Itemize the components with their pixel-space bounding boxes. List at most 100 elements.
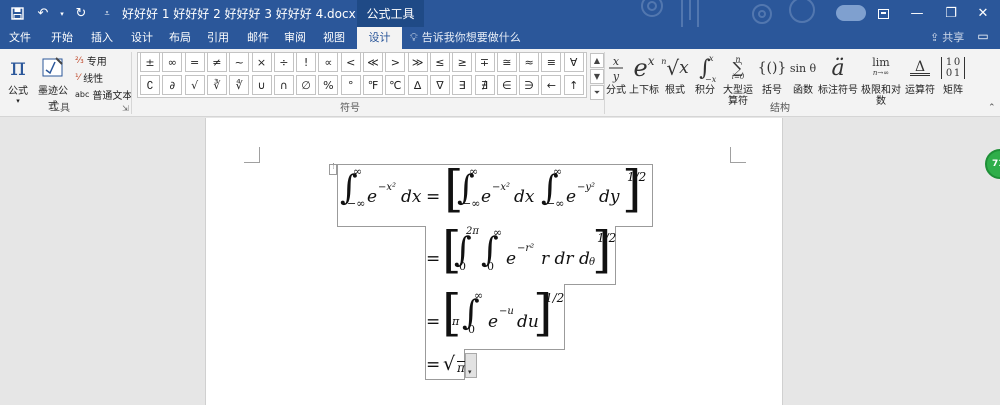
close-icon[interactable]: ✕ xyxy=(966,0,1000,27)
exponent: −y² xyxy=(577,182,596,193)
account-avatar[interactable] xyxy=(836,5,866,21)
symbol-button[interactable]: ≠ xyxy=(206,52,227,72)
symbol-button[interactable]: ∄ xyxy=(474,75,495,95)
symbol-button[interactable]: ∂ xyxy=(162,75,183,95)
symbol-button[interactable]: ∀ xyxy=(563,52,584,72)
symbol-button[interactable]: ≫ xyxy=(407,52,428,72)
tab-view[interactable]: 视图 xyxy=(316,27,352,49)
large-operator-button[interactable]: n ∑ i=0 大型运算符 xyxy=(720,51,756,108)
ribbon-display-icon[interactable] xyxy=(866,0,900,27)
symbol-button[interactable]: ∅ xyxy=(296,75,317,95)
professional-button[interactable]: ⅔ 专用 xyxy=(75,53,107,69)
equals-sign: = xyxy=(426,249,441,269)
equals-sign: = xyxy=(426,355,441,375)
limit-log-button[interactable]: lim n→∞ 极限和对数 xyxy=(858,51,904,107)
matrix-button[interactable]: 10 01 矩阵 xyxy=(935,51,971,96)
equation-button[interactable]: π 公式 ▾ xyxy=(4,52,32,105)
symbol-button[interactable]: ! xyxy=(296,52,317,72)
integral-lower-limit: −∞ xyxy=(546,197,565,210)
equals-sign: = xyxy=(426,187,441,207)
symbol-button[interactable]: ° xyxy=(340,75,361,95)
symbol-button[interactable]: % xyxy=(318,75,339,95)
exponent: −x² xyxy=(492,182,511,193)
chevron-down-icon: ▾ xyxy=(16,97,20,105)
symbol-button[interactable]: ∝ xyxy=(318,52,339,72)
symbol-button[interactable]: = xyxy=(184,52,205,72)
integral-button[interactable]: ∫ x −x 积分 xyxy=(687,51,723,96)
limit-log-label: 极限和对数 xyxy=(861,85,901,107)
customize-qat-icon[interactable]: ⩡ xyxy=(96,3,118,24)
symbol-button[interactable]: ≥ xyxy=(452,52,473,72)
symbol-button[interactable]: ± xyxy=(140,52,160,72)
tab-insert[interactable]: 插入 xyxy=(84,27,120,49)
tab-design[interactable]: 设计 xyxy=(124,27,160,49)
integrand: e xyxy=(367,187,378,207)
symbol-button[interactable]: ∆ xyxy=(407,75,428,95)
integral-upper-limit: ∞ xyxy=(469,165,479,178)
symbols-group-label: 符号 xyxy=(340,103,360,114)
accent-button[interactable]: ä 标注符号 xyxy=(818,51,858,96)
tab-review[interactable]: 审阅 xyxy=(277,27,313,49)
redo-icon[interactable]: ↻ xyxy=(70,3,92,24)
crop-mark xyxy=(730,147,746,163)
symbol-button[interactable]: √ xyxy=(184,75,205,95)
tab-references[interactable]: 引用 xyxy=(200,27,236,49)
symbol-button[interactable]: ∪ xyxy=(251,75,272,95)
tab-layout[interactable]: 布局 xyxy=(162,27,198,49)
symbol-button[interactable]: ℃ xyxy=(385,75,406,95)
professional-label: 专用 xyxy=(86,57,107,68)
symbol-button[interactable]: ∜ xyxy=(229,75,250,95)
group-divider xyxy=(131,52,132,114)
tab-file[interactable]: 文件 xyxy=(2,27,38,49)
symbol-button[interactable]: ← xyxy=(541,75,562,95)
tell-me-text: 告诉我你想要做什么 xyxy=(421,31,521,44)
normal-text-button[interactable]: abc 普通文本 xyxy=(75,87,132,102)
differential: dy xyxy=(599,187,620,207)
linear-button[interactable]: ⅟ 线性 xyxy=(75,70,103,86)
chevron-down-icon[interactable]: ▾ xyxy=(58,3,66,24)
symbol-button[interactable]: ∃ xyxy=(452,75,473,95)
integrand: e xyxy=(506,249,517,269)
symbol-button[interactable]: ℉ xyxy=(363,75,383,95)
symbol-button[interactable]: ≪ xyxy=(363,52,383,72)
symbol-button[interactable]: ∈ xyxy=(496,75,517,95)
symbol-button[interactable]: ↑ xyxy=(563,75,584,95)
minimize-icon[interactable]: — xyxy=(900,0,934,27)
restore-icon[interactable]: ❐ xyxy=(934,0,968,27)
comments-icon[interactable]: ▭ xyxy=(974,29,992,47)
symbol-button[interactable]: ∋ xyxy=(519,75,540,95)
integral-upper-limit: ∞ xyxy=(553,165,563,178)
collapse-ribbon-icon[interactable]: ⌃ xyxy=(988,103,996,113)
symbol-button[interactable]: ∛ xyxy=(206,75,227,95)
symbol-button[interactable]: ≅ xyxy=(496,52,517,72)
symbol-button[interactable]: > xyxy=(385,52,406,72)
equation-options-dropdown[interactable]: ▾ xyxy=(465,353,477,378)
symbol-button[interactable]: ≡ xyxy=(541,52,562,72)
integral-upper-limit: ∞ xyxy=(493,226,503,239)
symbol-button[interactable]: ≈ xyxy=(519,52,540,72)
symbol-button[interactable]: ∞ xyxy=(162,52,183,72)
symbol-button[interactable]: ~ xyxy=(229,52,250,72)
tab-mailings[interactable]: 邮件 xyxy=(240,27,276,49)
tell-me-box[interactable]: 💡︎ 告诉我你想要做什么 xyxy=(410,27,521,49)
symbol-button[interactable]: < xyxy=(340,52,361,72)
save-icon[interactable] xyxy=(6,3,28,24)
symbol-button[interactable]: ∓ xyxy=(474,52,495,72)
symbol-button[interactable]: ∁ xyxy=(140,75,160,95)
symbol-button[interactable]: ≤ xyxy=(429,52,450,72)
dialog-launcher-icon[interactable]: ⇲ xyxy=(122,104,129,113)
undo-icon[interactable]: ↶ xyxy=(32,3,54,24)
floating-badge[interactable]: 71 xyxy=(985,149,1000,179)
symbol-button[interactable]: ∇ xyxy=(429,75,450,95)
share-button[interactable]: ⇪ 共享 xyxy=(930,27,964,49)
integral-upper-limit: 2π xyxy=(466,226,479,237)
tab-home[interactable]: 开始 xyxy=(44,27,80,49)
symbol-button[interactable]: ÷ xyxy=(273,52,294,72)
equation-drag-handle[interactable]: ⋮ xyxy=(329,163,337,175)
symbol-button[interactable]: ∩ xyxy=(273,75,294,95)
tab-equation-design[interactable]: 设计 xyxy=(357,27,402,49)
symbol-button[interactable]: × xyxy=(251,52,272,72)
tools-group-label: 工具 xyxy=(50,103,70,114)
function-button[interactable]: sin θ 函数 xyxy=(785,51,821,97)
operator-button[interactable]: Δ 运算符 xyxy=(902,51,938,97)
